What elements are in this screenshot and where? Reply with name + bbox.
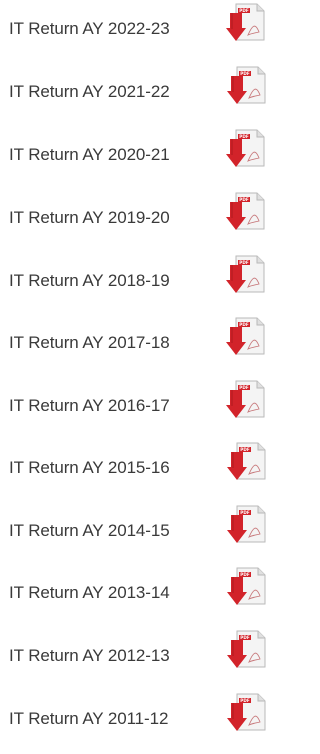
it-return-label: IT Return AY 2015-16 xyxy=(9,458,170,477)
it-return-label: IT Return AY 2019-20 xyxy=(9,208,170,227)
pdf-download-icon[interactable]: PDF xyxy=(226,254,266,296)
svg-text:PDF: PDF xyxy=(239,260,249,265)
svg-text:PDF: PDF xyxy=(239,8,249,13)
it-return-link-2015-16[interactable]: IT Return AY 2015-16 PDF xyxy=(0,442,295,489)
it-return-label: IT Return AY 2013-14 xyxy=(9,583,170,602)
pdf-download-icon[interactable]: PDF xyxy=(227,65,267,107)
it-return-link-2014-15[interactable]: IT Return AY 2014-15 PDF xyxy=(0,505,295,552)
pdf-download-icon[interactable]: PDF xyxy=(226,379,266,421)
it-return-link-2011-12[interactable]: IT Return AY 2011-12 PDF xyxy=(0,693,295,740)
pdf-download-icon[interactable]: PDF xyxy=(227,441,267,483)
svg-text:PDF: PDF xyxy=(239,385,249,390)
it-return-label: IT Return AY 2021-22 xyxy=(9,82,170,101)
svg-text:PDF: PDF xyxy=(240,572,250,577)
it-return-label: IT Return AY 2011-12 xyxy=(9,709,169,728)
it-return-link-2012-13[interactable]: IT Return AY 2012-13 PDF xyxy=(0,630,295,677)
pdf-download-icon[interactable]: PDF xyxy=(227,566,267,608)
pdf-download-icon[interactable]: PDF xyxy=(227,504,267,546)
it-return-link-2016-17[interactable]: IT Return AY 2016-17 PDF xyxy=(0,380,295,427)
svg-text:PDF: PDF xyxy=(240,71,250,76)
it-return-link-2020-21[interactable]: IT Return AY 2020-21 PDF xyxy=(0,129,295,176)
it-return-label: IT Return AY 2020-21 xyxy=(9,145,170,164)
it-return-link-2021-22[interactable]: IT Return AY 2021-22 PDF xyxy=(0,66,295,113)
svg-text:PDF: PDF xyxy=(240,635,250,640)
it-return-label: IT Return AY 2018-19 xyxy=(9,271,170,290)
pdf-download-icon[interactable]: PDF xyxy=(227,629,267,671)
pdf-download-icon[interactable]: PDF xyxy=(226,2,266,44)
it-return-link-2019-20[interactable]: IT Return AY 2019-20 PDF xyxy=(0,192,295,239)
pdf-download-icon[interactable]: PDF xyxy=(226,191,266,233)
svg-text:PDF: PDF xyxy=(239,322,249,327)
svg-text:PDF: PDF xyxy=(239,134,249,139)
pdf-download-icon[interactable]: PDF xyxy=(226,128,266,170)
it-return-label: IT Return AY 2017-18 xyxy=(9,333,170,352)
it-return-label: IT Return AY 2014-15 xyxy=(9,521,170,540)
it-return-link-2018-19[interactable]: IT Return AY 2018-19 PDF xyxy=(0,255,295,302)
pdf-download-icon[interactable]: PDF xyxy=(226,316,266,358)
it-return-link-2017-18[interactable]: IT Return AY 2017-18 PDF xyxy=(0,317,295,364)
svg-text:PDF: PDF xyxy=(240,510,250,515)
it-return-link-2013-14[interactable]: IT Return AY 2013-14 PDF xyxy=(0,567,295,614)
svg-text:PDF: PDF xyxy=(240,447,250,452)
it-return-label: IT Return AY 2022-23 xyxy=(9,19,170,38)
it-return-link-2022-23[interactable]: IT Return AY 2022-23 PDF xyxy=(0,3,295,50)
svg-text:PDF: PDF xyxy=(239,197,249,202)
it-return-label: IT Return AY 2016-17 xyxy=(9,396,170,415)
pdf-download-icon[interactable]: PDF xyxy=(227,692,267,734)
svg-text:PDF: PDF xyxy=(240,698,250,703)
it-return-label: IT Return AY 2012-13 xyxy=(9,646,170,665)
